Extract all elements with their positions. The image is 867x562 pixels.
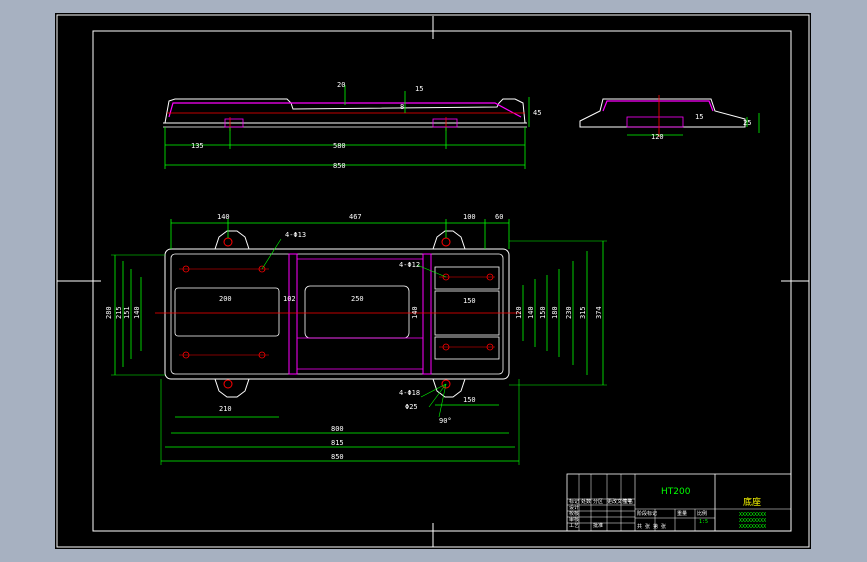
front-dim-45: 45 bbox=[533, 109, 541, 117]
right-dim-230: 230 bbox=[565, 306, 573, 319]
left-dim-151: 151 bbox=[123, 306, 131, 319]
tb-weight: 重量 bbox=[677, 510, 687, 517]
right-dim-120: 120 bbox=[515, 306, 523, 319]
part-name: 底座 bbox=[743, 496, 761, 508]
inner-dim-102: 102 bbox=[283, 295, 296, 303]
inner-dim-150-lower: 150 bbox=[463, 396, 476, 404]
front-dim-135: 135 bbox=[191, 142, 204, 150]
right-dim-315: 315 bbox=[579, 306, 587, 319]
top-dim-467: 467 bbox=[349, 213, 362, 221]
tb-label-mark: 标记 bbox=[569, 498, 579, 505]
bottom-dim-850: 850 bbox=[331, 453, 344, 461]
outer-frame bbox=[56, 14, 810, 548]
front-dim-8: 8 bbox=[400, 103, 404, 111]
right-dim-180: 180 bbox=[551, 306, 559, 319]
inner-dim-150-upper: 150 bbox=[463, 297, 476, 305]
title-block: 标记 处数 分区 更改文件号 签名 设计 校核 审核 工艺 批准 阶段标记 重量… bbox=[566, 473, 792, 532]
right-dim-150: 150 bbox=[539, 306, 547, 319]
tb-label-check: 校核 bbox=[569, 510, 579, 517]
material-code: HT200 bbox=[661, 487, 691, 497]
tb-stage-mark: 阶段标记 bbox=[637, 510, 657, 517]
side-dim-25: 25 bbox=[743, 119, 751, 127]
tb-label-review: 审核 bbox=[569, 516, 579, 523]
bottom-dim-815: 815 bbox=[331, 439, 344, 447]
left-dim-140: 140 bbox=[133, 306, 141, 319]
callout-4-phi12: 4-Φ12 bbox=[399, 261, 420, 269]
inner-frame bbox=[92, 30, 792, 532]
tb-label-process: 工艺 bbox=[569, 523, 579, 529]
left-dim-215: 215 bbox=[115, 306, 123, 319]
front-view: 20 15 8 45 135 580 850 bbox=[163, 81, 541, 170]
cad-drawing: 20 15 8 45 135 580 850 120 15 25 140 467… bbox=[56, 14, 810, 548]
right-dim-140: 140 bbox=[527, 306, 535, 319]
side-view: 120 15 25 bbox=[579, 95, 760, 141]
callout-4-phi13: 4-Φ13 bbox=[285, 231, 306, 239]
inner-dim-140: 140 bbox=[411, 306, 419, 319]
inner-dim-200: 200 bbox=[219, 295, 232, 303]
callout-4-phi18: 4-Φ18 bbox=[399, 389, 420, 397]
callout-phi25: Φ25 bbox=[405, 403, 418, 411]
top-view: 140 467 100 60 280 215 151 140 120 140 1… bbox=[105, 213, 607, 465]
drawing-sheet: 20 15 8 45 135 580 850 120 15 25 140 467… bbox=[55, 13, 811, 549]
front-dim-850: 850 bbox=[333, 162, 346, 170]
callout-90-deg: 90° bbox=[439, 417, 452, 425]
top-dim-60: 60 bbox=[495, 213, 503, 221]
side-dim-15: 15 bbox=[695, 113, 703, 121]
top-dim-140: 140 bbox=[217, 213, 230, 221]
top-dim-100: 100 bbox=[463, 213, 476, 221]
tb-sheet-info: 共 张 第 张 bbox=[637, 523, 666, 530]
front-dim-580: 580 bbox=[333, 142, 346, 150]
bottom-dim-800: 800 bbox=[331, 425, 344, 433]
tb-scale-value: 1:5 bbox=[699, 519, 708, 525]
left-dim-280: 280 bbox=[105, 306, 113, 319]
tb-right-line-3: XXXXXXXXX bbox=[739, 524, 766, 530]
tb-label-zone: 分区 bbox=[593, 498, 603, 505]
tb-label-count: 处数 bbox=[581, 498, 591, 505]
right-dim-374: 374 bbox=[595, 306, 603, 319]
tb-scale-label: 比例 bbox=[697, 510, 707, 517]
front-dim-20: 20 bbox=[337, 81, 345, 89]
front-dim-15: 15 bbox=[415, 85, 423, 93]
side-dim-120: 120 bbox=[651, 133, 664, 141]
inner-dim-250: 250 bbox=[351, 295, 364, 303]
tb-label-approve: 批准 bbox=[593, 522, 603, 529]
tb-label-design: 设计 bbox=[569, 504, 579, 511]
tb-label-sign: 签名 bbox=[623, 498, 633, 505]
inner-dim-210: 210 bbox=[219, 405, 232, 413]
